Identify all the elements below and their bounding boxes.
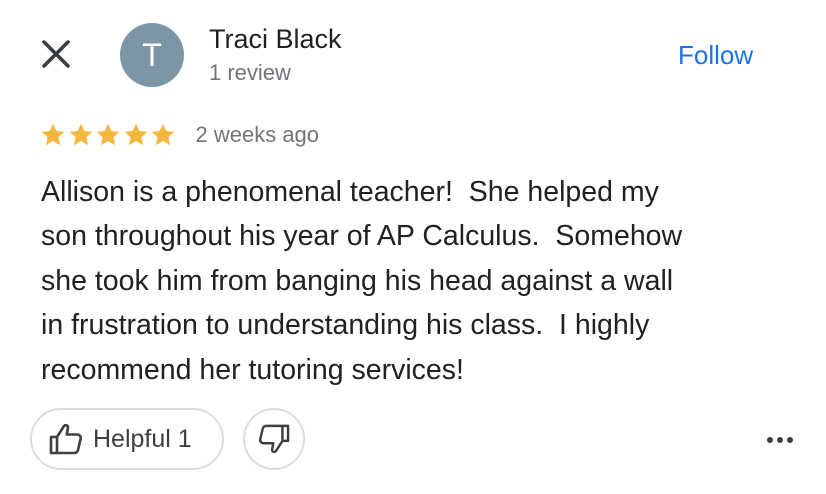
not-helpful-button[interactable] xyxy=(243,408,305,470)
helpful-button[interactable]: Helpful 1 xyxy=(30,408,224,470)
review-count: 1 review xyxy=(209,60,291,85)
avatar[interactable]: T xyxy=(120,23,184,87)
star-icon xyxy=(41,123,65,146)
rating-row: 2 weeks ago xyxy=(40,118,319,152)
star-icon xyxy=(69,123,92,146)
review-text-line: Allison is a phenomenal teacher! She hel… xyxy=(41,176,659,208)
star-icon xyxy=(96,123,120,146)
reviewer-name[interactable]: Traci Black xyxy=(209,24,342,55)
star-icon xyxy=(151,123,175,146)
review-text-line: she took him from banging his head again… xyxy=(41,264,674,297)
review-detail-screen: T Traci Black 1 review Follow 2 weeks ag… xyxy=(0,0,826,494)
more-options-button[interactable] xyxy=(756,422,804,458)
follow-button[interactable]: Follow xyxy=(666,36,765,74)
helpful-label: Helpful 1 xyxy=(93,424,192,453)
review-text-line: recommend her tutoring services! xyxy=(41,353,464,386)
star-icon xyxy=(124,123,147,146)
close-button[interactable] xyxy=(36,34,76,74)
thumbs-up-icon xyxy=(49,423,83,455)
review-date: 2 weeks ago xyxy=(195,122,320,147)
more-horizontal-icon xyxy=(765,437,795,443)
review-text-line: in frustration to understanding his clas… xyxy=(41,309,650,342)
star-rating xyxy=(40,122,178,148)
close-icon xyxy=(42,40,70,68)
thumbs-down-icon xyxy=(258,424,290,454)
review-text: Allison is a phenomenal teacher! She hel… xyxy=(41,170,801,392)
review-text-line: son throughout his year of AP Calculus. … xyxy=(41,220,683,253)
avatar-initial: T xyxy=(142,36,162,73)
